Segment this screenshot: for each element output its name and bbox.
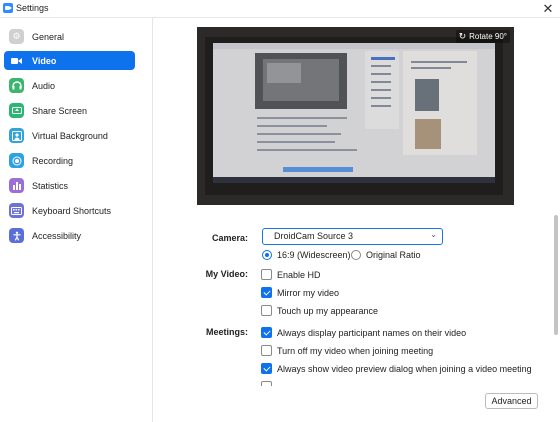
sidebar-item-audio[interactable]: Audio: [4, 76, 135, 95]
gear-icon: ⚙: [9, 29, 24, 44]
rotate-label: Rotate 90°: [469, 32, 507, 41]
chevron-down-icon: ⌄: [430, 230, 437, 239]
my-video-label: My Video:: [205, 269, 248, 279]
sidebar-item-accessibility[interactable]: Accessibility: [4, 226, 135, 245]
mirror-video-checkbox[interactable]: [261, 287, 272, 298]
share-screen-icon: [9, 103, 24, 118]
settings-sidebar: ⚙ General Video Audio Share Screen Virtu…: [0, 18, 153, 422]
widescreen-label: 16:9 (Widescreen): [277, 250, 351, 260]
widescreen-radio[interactable]: [262, 250, 272, 260]
sidebar-item-virtual-background[interactable]: Virtual Background: [4, 126, 135, 145]
window-title: Settings: [16, 3, 49, 13]
sidebar-item-label: Virtual Background: [32, 130, 108, 141]
rotate-button[interactable]: ↻ Rotate 90°: [455, 30, 510, 43]
mirror-video-label: Mirror my video: [277, 288, 340, 298]
meetings-label: Meetings:: [205, 327, 248, 337]
camera-select-value: DroidCam Source 3: [274, 231, 354, 241]
title-bar: Settings ✕: [0, 0, 560, 18]
touch-up-checkbox[interactable]: [261, 305, 272, 316]
enable-hd-label: Enable HD: [277, 270, 321, 280]
original-ratio-radio[interactable]: [351, 250, 361, 260]
sidebar-item-general[interactable]: ⚙ General: [4, 27, 135, 46]
camera-label: Camera:: [211, 233, 248, 243]
sidebar-item-label: Keyboard Shortcuts: [32, 205, 112, 216]
accessibility-icon: [9, 228, 24, 243]
sidebar-item-share-screen[interactable]: Share Screen: [4, 101, 135, 120]
display-names-label: Always display participant names on thei…: [277, 328, 467, 338]
advanced-button[interactable]: Advanced: [485, 393, 538, 409]
person-icon: [9, 128, 24, 143]
sidebar-item-label: Share Screen: [32, 105, 88, 116]
sidebar-item-label: General: [32, 31, 65, 42]
display-names-checkbox[interactable]: [261, 327, 272, 338]
scrollbar-thumb[interactable]: [554, 215, 558, 335]
zoom-app-icon: [3, 3, 13, 13]
turn-off-video-checkbox[interactable]: [261, 345, 272, 356]
sidebar-item-recording[interactable]: Recording: [4, 151, 135, 170]
partially-visible-checkbox[interactable]: [261, 381, 272, 386]
record-icon: [9, 153, 24, 168]
sidebar-item-label: Accessibility: [32, 230, 82, 241]
headphones-icon: [9, 78, 24, 93]
camera-feed-image: [197, 27, 514, 205]
video-preview-dialog-checkbox[interactable]: [261, 363, 272, 374]
sidebar-item-keyboard-shortcuts[interactable]: Keyboard Shortcuts: [4, 201, 135, 220]
sidebar-item-label: Recording: [32, 155, 74, 166]
video-camera-icon: [9, 53, 24, 68]
rotate-icon: ↻: [458, 31, 467, 41]
sidebar-item-label: Statistics: [32, 180, 69, 191]
touch-up-label: Touch up my appearance: [277, 306, 379, 316]
video-preview-dialog-label: Always show video preview dialog when jo…: [277, 364, 532, 374]
sidebar-item-video[interactable]: Video: [4, 51, 135, 70]
camera-select[interactable]: DroidCam Source 3 ⌄: [262, 228, 443, 245]
bar-chart-icon: [9, 178, 24, 193]
sidebar-item-label: Video: [32, 55, 57, 66]
video-preview: ↻ Rotate 90°: [197, 27, 514, 205]
sidebar-item-statistics[interactable]: Statistics: [4, 176, 135, 195]
original-ratio-label: Original Ratio: [366, 250, 421, 260]
sidebar-item-label: Audio: [32, 80, 56, 91]
close-button[interactable]: ✕: [539, 0, 557, 17]
keyboard-icon: [9, 203, 24, 218]
turn-off-video-label: Turn off my video when joining meeting: [277, 346, 434, 356]
enable-hd-checkbox[interactable]: [261, 269, 272, 280]
